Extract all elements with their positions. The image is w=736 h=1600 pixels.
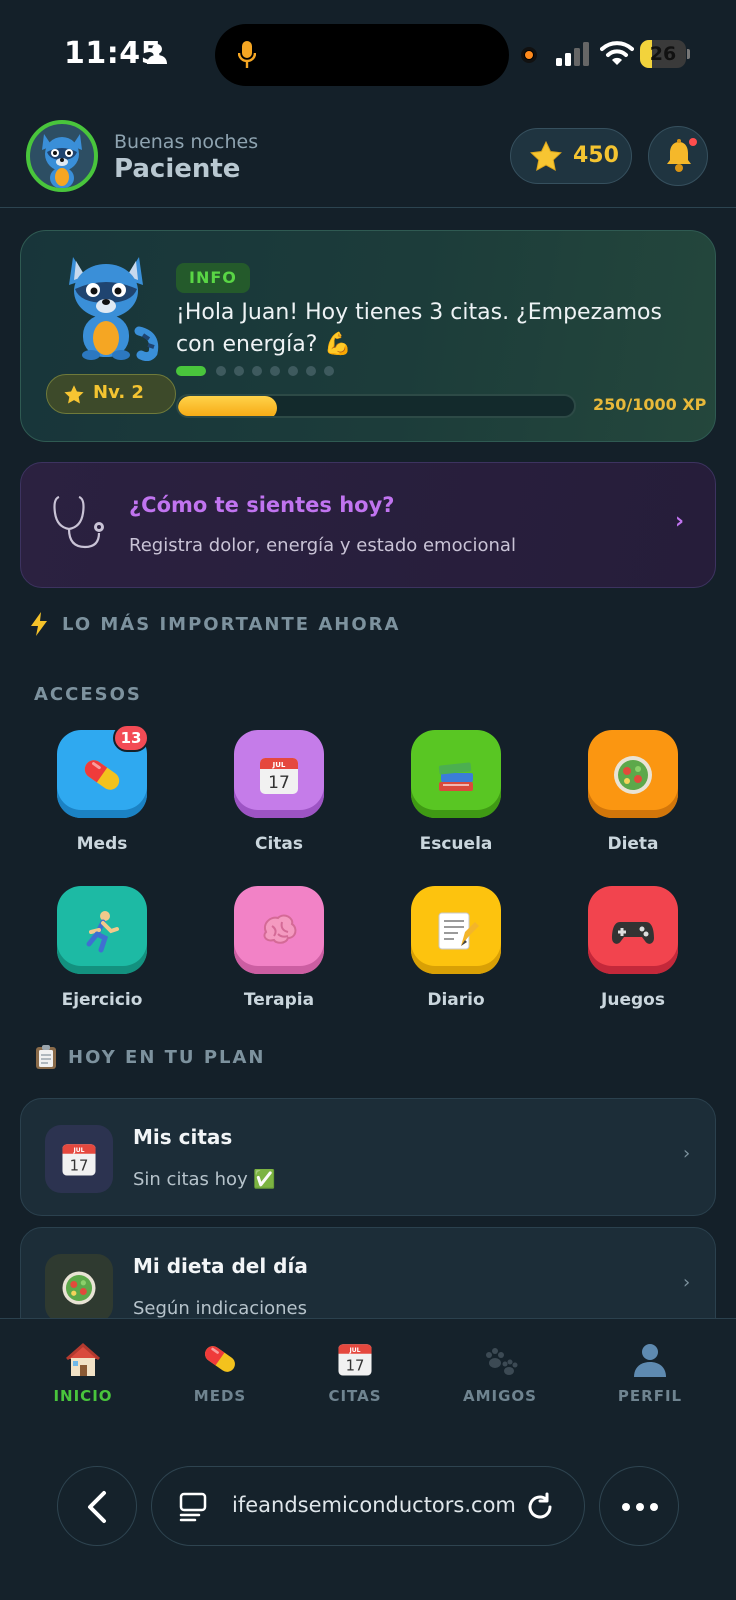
calendar-icon: JUL 17 — [335, 1339, 375, 1379]
tabs-icon — [179, 1492, 207, 1522]
plan-subtitle: Sin citas hoy ✅ — [133, 1169, 276, 1190]
profile-icon — [630, 1339, 670, 1379]
browser-more-button[interactable] — [599, 1466, 679, 1546]
browser-address-bar[interactable]: ifeandsemiconductors.com — [151, 1466, 585, 1546]
nav-label: AMIGOS — [463, 1387, 537, 1405]
chevron-right-icon: › — [683, 1272, 691, 1293]
svg-text:JUL: JUL — [72, 1147, 84, 1154]
nav-label: PERFIL — [617, 1387, 683, 1405]
reload-icon[interactable] — [524, 1491, 556, 1523]
nav-perfil[interactable]: PERFIL — [590, 1339, 710, 1419]
plan-list: JUL 17 Mis citas Sin citas hoy ✅ › Mi dieta d… — [0, 0, 736, 1318]
nav-amigos[interactable]: AMIGOS — [440, 1339, 560, 1419]
nav-inicio[interactable]: INICIO — [23, 1339, 143, 1419]
url-text: ifeandsemiconductors.com — [232, 1493, 516, 1517]
chevron-right-icon: › — [683, 1143, 691, 1164]
nav-label: INICIO — [53, 1387, 113, 1405]
pill-icon — [200, 1339, 240, 1379]
plan-title: Mi dieta del día — [133, 1254, 308, 1278]
plan-card[interactable]: JUL 17 Mis citas Sin citas hoy ✅ › — [20, 1098, 716, 1216]
plan-card[interactable]: Mi dieta del día Según indicaciones › — [20, 1227, 716, 1318]
browser-back-button[interactable] — [57, 1466, 137, 1546]
nav-citas[interactable]: JUL 17 CITAS — [295, 1339, 415, 1419]
chevron-left-icon — [88, 1491, 106, 1523]
nav-label: CITAS — [328, 1387, 382, 1405]
nav-meds[interactable]: MEDS — [160, 1339, 280, 1419]
plan-subtitle: Según indicaciones — [133, 1298, 307, 1318]
home-icon — [63, 1339, 103, 1379]
bottom-navigation: INICIO MEDS JUL 17 CITAS AMIGOS PERFIL ifeands… — [0, 1318, 736, 1600]
more-dots-icon — [622, 1503, 658, 1511]
svg-text:17: 17 — [346, 1357, 365, 1374]
salad-icon — [45, 1254, 113, 1318]
svg-text:JUL: JUL — [348, 1347, 360, 1354]
plan-title: Mis citas — [133, 1125, 233, 1149]
svg-text:17: 17 — [70, 1157, 89, 1174]
calendar-icon: JUL 17 — [45, 1125, 113, 1193]
paws-icon — [480, 1339, 520, 1379]
nav-label: MEDS — [193, 1387, 247, 1405]
